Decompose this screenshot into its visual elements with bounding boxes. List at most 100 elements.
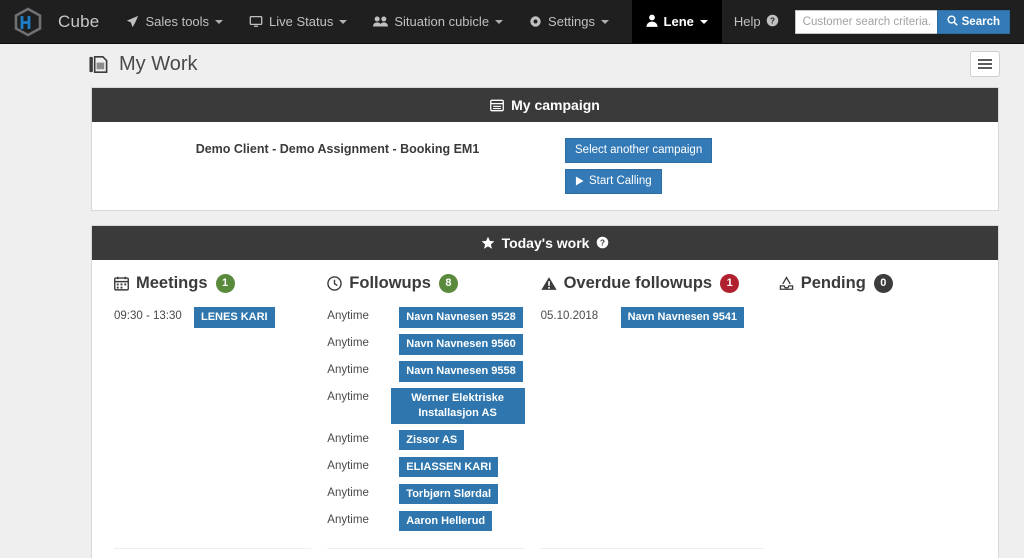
list-item: 09:30 - 13:30 LENES KARI	[114, 306, 311, 328]
pending-list	[779, 307, 976, 558]
select-another-campaign-button[interactable]: Select another campaign	[565, 138, 713, 163]
campaign-name: Demo Client - Demo Assignment - Booking …	[195, 142, 480, 156]
overdue-count-badge: 1	[720, 273, 740, 293]
followup-customer-tag[interactable]: Navn Navnesen 9528	[399, 306, 523, 328]
column-followups: Followups 8 Anytime Navn Navnesen 9528 A…	[319, 273, 532, 558]
chevron-down-icon	[601, 19, 610, 24]
warning-icon	[540, 276, 557, 291]
followup-time: Anytime	[327, 390, 369, 403]
cube-logo-icon[interactable]	[0, 0, 56, 43]
play-icon	[575, 176, 584, 186]
svg-text:?: ?	[600, 239, 605, 248]
overdue-date: 05.10.2018	[540, 309, 599, 322]
user-menu[interactable]: Lene	[631, 0, 722, 43]
followup-time: Anytime	[327, 336, 369, 349]
todays-work-panel-header: Today's work ?	[92, 225, 998, 260]
page-title: My Work	[88, 53, 198, 76]
followup-customer-tag[interactable]: Torbjørn Slørdal	[399, 483, 499, 505]
nav-item-sales-tools[interactable]: Sales tools	[113, 0, 236, 43]
divider	[540, 547, 763, 549]
divider	[114, 547, 312, 549]
hamburger-icon[interactable]	[970, 51, 1000, 77]
pending-count-badge: 0	[873, 273, 893, 293]
list-item: Anytime Navn Navnesen 9528	[327, 306, 524, 328]
list-item: Anytime Aaron Hellerud	[327, 510, 524, 532]
navbar-right: Lene Help ? Search	[631, 0, 1024, 43]
overdue-customer-tag[interactable]: Navn Navnesen 9541	[620, 306, 745, 328]
user-icon	[645, 14, 658, 30]
gear-icon	[529, 15, 542, 28]
help-label: Help	[733, 14, 761, 29]
divider	[327, 547, 525, 549]
followup-customer-tag[interactable]: Navn Navnesen 9560	[399, 333, 523, 355]
paper-plane-icon	[126, 15, 139, 28]
inbox-stack-icon	[779, 276, 794, 291]
my-campaign-panel-header: My campaign	[92, 88, 998, 122]
clock-icon	[327, 276, 343, 291]
calendar-icon	[114, 276, 129, 291]
search-input[interactable]	[794, 9, 937, 34]
followup-time: Anytime	[327, 432, 369, 445]
followup-customer-tag[interactable]: Navn Navnesen 9558	[399, 360, 523, 382]
meeting-customer-tag[interactable]: LENES KARI	[194, 306, 275, 328]
column-overdue-title: Overdue followups 1	[540, 273, 763, 293]
work-columns: Meetings 1 09:30 - 13:30 LENES KARI Foll…	[106, 273, 984, 558]
column-meetings-title: Meetings 1	[114, 273, 311, 293]
desktop-icon	[249, 15, 263, 28]
chevron-down-icon	[215, 19, 224, 24]
nav-item-label: Situation cubicle	[394, 14, 490, 29]
fax-icon	[88, 54, 109, 75]
search-icon	[947, 14, 958, 29]
select-another-campaign-label: Select another campaign	[575, 144, 703, 156]
column-title-label: Overdue followups	[563, 273, 713, 292]
followups-footer: Manage all my followups	[327, 538, 525, 558]
search-button-label: Search	[961, 15, 1000, 28]
meetings-count-badge: 1	[215, 273, 235, 293]
followup-time: Anytime	[327, 459, 369, 472]
followup-time: Anytime	[327, 513, 369, 526]
brand-name[interactable]: Cube	[56, 0, 113, 43]
followup-time: Anytime	[327, 486, 369, 499]
question-circle-icon[interactable]: ?	[596, 236, 609, 249]
column-title-label: Followups	[349, 273, 431, 292]
list-item: Anytime Zissor AS	[327, 429, 524, 451]
meetings-footer: Manage all my meetings	[114, 538, 312, 558]
list-item: Anytime ELIASSEN KARI	[327, 456, 524, 478]
column-pending-title: Pending 0	[779, 273, 976, 293]
nav-links: Sales tools Live Status Situation cubicl…	[113, 0, 622, 43]
campaign-actions: Select another campaign Start Calling	[565, 138, 713, 194]
overdue-list: 05.10.2018 Navn Navnesen 9541	[540, 306, 763, 538]
page-header: My Work	[0, 44, 1024, 84]
followup-customer-tag[interactable]: Aaron Hellerud	[399, 510, 493, 532]
column-overdue-followups: Overdue followups 1 05.10.2018 Navn Navn…	[533, 273, 771, 558]
overdue-footer: Manage all my overdue followups	[540, 538, 763, 558]
chevron-down-icon	[339, 19, 348, 24]
meetings-list: 09:30 - 13:30 LENES KARI	[114, 306, 311, 538]
followup-customer-tag[interactable]: Werner Elektriske Installasjon AS	[390, 387, 525, 424]
user-menu-label: Lene	[663, 14, 694, 29]
list-item: Anytime Torbjørn Slørdal	[327, 483, 524, 505]
top-navbar: Cube Sales tools Live Status Situation c…	[0, 0, 1024, 44]
calendar-card-icon	[490, 99, 505, 112]
nav-item-label: Settings	[548, 14, 596, 29]
start-calling-label: Start Calling	[589, 174, 652, 187]
help-link[interactable]: Help ?	[722, 0, 791, 43]
start-calling-button[interactable]: Start Calling	[565, 168, 662, 194]
my-campaign-panel-title: My campaign	[511, 97, 600, 113]
followup-customer-tag[interactable]: ELIASSEN KARI	[399, 456, 499, 478]
todays-work-panel-body: Meetings 1 09:30 - 13:30 LENES KARI Foll…	[92, 260, 998, 558]
page-content: My campaign Demo Client - Demo Assignmen…	[0, 84, 1024, 558]
my-campaign-panel-body: Demo Client - Demo Assignment - Booking …	[92, 122, 998, 210]
followups-count-badge: 8	[438, 273, 458, 293]
nav-item-situation-cubicle[interactable]: Situation cubicle	[360, 0, 516, 43]
nav-item-settings[interactable]: Settings	[516, 0, 622, 43]
followup-customer-tag[interactable]: Zissor AS	[399, 429, 465, 451]
column-meetings: Meetings 1 09:30 - 13:30 LENES KARI	[106, 273, 319, 558]
search-button[interactable]: Search	[936, 9, 1010, 34]
nav-item-live-status[interactable]: Live Status	[236, 0, 360, 43]
followup-time: Anytime	[327, 309, 369, 322]
chevron-down-icon	[495, 19, 504, 24]
users-icon	[373, 15, 389, 28]
list-item: 05.10.2018 Navn Navnesen 9541	[540, 306, 763, 328]
todays-work-panel-title: Today's work	[501, 234, 590, 251]
